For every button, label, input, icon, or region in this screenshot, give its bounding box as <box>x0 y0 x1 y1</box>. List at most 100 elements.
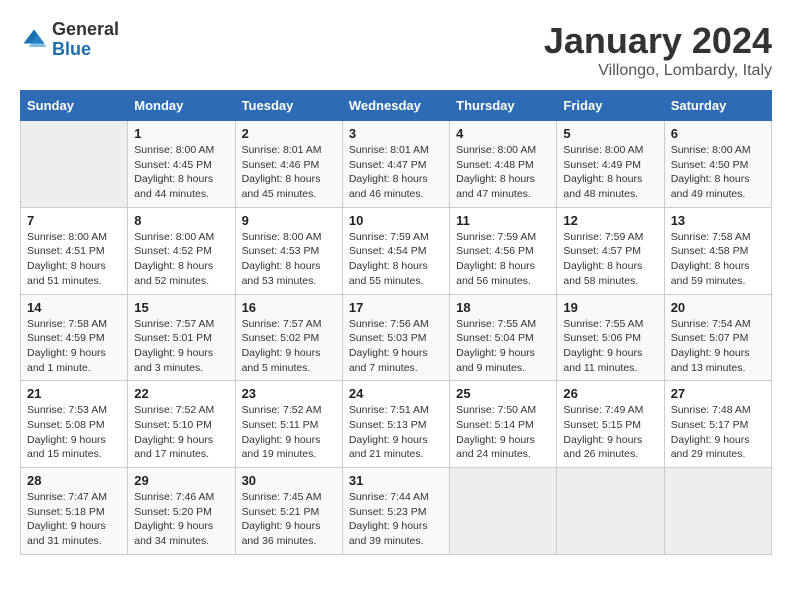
day-info: Sunrise: 7:51 AMSunset: 5:13 PMDaylight:… <box>349 403 443 462</box>
calendar-subtitle: Villongo, Lombardy, Italy <box>544 62 772 80</box>
calendar-cell: 4 Sunrise: 8:00 AMSunset: 4:48 PMDaylight… <box>450 121 557 208</box>
day-info: Sunrise: 7:54 AMSunset: 5:07 PMDaylight:… <box>671 317 765 376</box>
calendar-cell <box>21 121 128 208</box>
column-header-saturday: Saturday <box>664 91 771 121</box>
day-info: Sunrise: 7:59 AMSunset: 4:57 PMDaylight:… <box>563 230 657 289</box>
calendar-cell: 24Sunrise: 7:51 AMSunset: 5:13 PMDayligh… <box>342 381 449 468</box>
day-info: Sunrise: 7:58 AMSunset: 4:58 PMDaylight:… <box>671 230 765 289</box>
day-info: Sunrise: 7:49 AMSunset: 5:15 PMDaylight:… <box>563 403 657 462</box>
column-header-sunday: Sunday <box>21 91 128 121</box>
day-info: Sunrise: 7:46 AMSunset: 5:20 PMDaylight:… <box>134 490 228 549</box>
calendar-cell: 12 Sunrise: 7:59 AMSunset: 4:57 PMDayligh… <box>557 207 664 294</box>
day-number: 23 <box>242 386 336 401</box>
day-info: Sunrise: 8:01 AMSunset: 4:47 PMDaylight:… <box>349 143 443 202</box>
day-info: Sunrise: 7:55 AMSunset: 5:04 PMDaylight:… <box>456 317 550 376</box>
day-number: 1 <box>134 126 228 141</box>
day-info: Sunrise: 8:00 AMSunset: 4:48 PMDaylight:… <box>456 143 550 202</box>
day-number: 6 <box>671 126 765 141</box>
day-number: 30 <box>242 473 336 488</box>
day-info: Sunrise: 8:00 AMSunset: 4:53 PMDaylight:… <box>242 230 336 289</box>
day-info: Sunrise: 8:00 AMSunset: 4:45 PMDaylight:… <box>134 143 228 202</box>
title-section: January 2024 Villongo, Lombardy, Italy <box>544 20 772 80</box>
calendar-cell: 6 Sunrise: 8:00 AMSunset: 4:50 PMDaylight… <box>664 121 771 208</box>
calendar-cell <box>664 468 771 555</box>
calendar-cell: 18Sunrise: 7:55 AMSunset: 5:04 PMDayligh… <box>450 294 557 381</box>
calendar-cell: 23Sunrise: 7:52 AMSunset: 5:11 PMDayligh… <box>235 381 342 468</box>
column-header-wednesday: Wednesday <box>342 91 449 121</box>
day-number: 29 <box>134 473 228 488</box>
calendar-cell <box>557 468 664 555</box>
calendar-cell: 7 Sunrise: 8:00 AMSunset: 4:51 PMDaylight… <box>21 207 128 294</box>
calendar-cell: 2 Sunrise: 8:01 AMSunset: 4:46 PMDaylight… <box>235 121 342 208</box>
day-number: 2 <box>242 126 336 141</box>
day-number: 25 <box>456 386 550 401</box>
calendar-cell: 13 Sunrise: 7:58 AMSunset: 4:58 PMDayligh… <box>664 207 771 294</box>
calendar-cell: 16 Sunrise: 7:57 AMSunset: 5:02 PMDayligh… <box>235 294 342 381</box>
day-number: 17 <box>349 300 443 315</box>
day-number: 11 <box>456 213 550 228</box>
day-info: Sunrise: 7:59 AMSunset: 4:56 PMDaylight:… <box>456 230 550 289</box>
day-info: Sunrise: 7:44 AMSunset: 5:23 PMDaylight:… <box>349 490 443 549</box>
calendar-cell: 20 Sunrise: 7:54 AMSunset: 5:07 PMDayligh… <box>664 294 771 381</box>
calendar-cell: 29 Sunrise: 7:46 AMSunset: 5:20 PMDayligh… <box>128 468 235 555</box>
day-number: 3 <box>349 126 443 141</box>
logo-icon <box>20 26 48 54</box>
day-info: Sunrise: 8:00 AMSunset: 4:51 PMDaylight:… <box>27 230 121 289</box>
day-info: Sunrise: 7:48 AMSunset: 5:17 PMDaylight:… <box>671 403 765 462</box>
day-info: Sunrise: 7:55 AMSunset: 5:06 PMDaylight:… <box>563 317 657 376</box>
calendar-cell: 1 Sunrise: 8:00 AMSunset: 4:45 PMDaylight… <box>128 121 235 208</box>
day-info: Sunrise: 7:57 AMSunset: 5:02 PMDaylight:… <box>242 317 336 376</box>
day-number: 8 <box>134 213 228 228</box>
calendar-cell: 17 Sunrise: 7:56 AMSunset: 5:03 PMDayligh… <box>342 294 449 381</box>
calendar-table: SundayMondayTuesdayWednesdayThursdayFrid… <box>20 90 772 555</box>
day-info: Sunrise: 7:53 AMSunset: 5:08 PMDaylight:… <box>27 403 121 462</box>
calendar-cell: 9Sunrise: 8:00 AMSunset: 4:53 PMDaylight… <box>235 207 342 294</box>
day-info: Sunrise: 7:50 AMSunset: 5:14 PMDaylight:… <box>456 403 550 462</box>
day-info: Sunrise: 7:57 AMSunset: 5:01 PMDaylight:… <box>134 317 228 376</box>
calendar-cell: 10 Sunrise: 7:59 AMSunset: 4:54 PMDayligh… <box>342 207 449 294</box>
day-number: 13 <box>671 213 765 228</box>
day-number: 28 <box>27 473 121 488</box>
day-info: Sunrise: 7:59 AMSunset: 4:54 PMDaylight:… <box>349 230 443 289</box>
calendar-cell <box>450 468 557 555</box>
week-row-1: 1 Sunrise: 8:00 AMSunset: 4:45 PMDaylight… <box>21 121 772 208</box>
column-header-friday: Friday <box>557 91 664 121</box>
day-number: 21 <box>27 386 121 401</box>
day-number: 20 <box>671 300 765 315</box>
week-row-5: 28Sunrise: 7:47 AMSunset: 5:18 PMDayligh… <box>21 468 772 555</box>
week-row-3: 14Sunrise: 7:58 AMSunset: 4:59 PMDayligh… <box>21 294 772 381</box>
day-info: Sunrise: 7:52 AMSunset: 5:10 PMDaylight:… <box>134 403 228 462</box>
day-number: 16 <box>242 300 336 315</box>
calendar-cell: 25 Sunrise: 7:50 AMSunset: 5:14 PMDayligh… <box>450 381 557 468</box>
day-info: Sunrise: 7:58 AMSunset: 4:59 PMDaylight:… <box>27 317 121 376</box>
day-number: 7 <box>27 213 121 228</box>
calendar-cell: 31Sunrise: 7:44 AMSunset: 5:23 PMDayligh… <box>342 468 449 555</box>
week-row-2: 7 Sunrise: 8:00 AMSunset: 4:51 PMDaylight… <box>21 207 772 294</box>
day-info: Sunrise: 8:00 AMSunset: 4:52 PMDaylight:… <box>134 230 228 289</box>
calendar-cell: 27Sunrise: 7:48 AMSunset: 5:17 PMDayligh… <box>664 381 771 468</box>
header: General Blue January 2024 Villongo, Lomb… <box>20 20 772 80</box>
calendar-title: January 2024 <box>544 20 772 62</box>
logo-blue-text: Blue <box>52 40 119 60</box>
logo-general-text: General <box>52 20 119 40</box>
week-row-4: 21 Sunrise: 7:53 AMSunset: 5:08 PMDayligh… <box>21 381 772 468</box>
day-number: 4 <box>456 126 550 141</box>
day-number: 10 <box>349 213 443 228</box>
calendar-cell: 14Sunrise: 7:58 AMSunset: 4:59 PMDayligh… <box>21 294 128 381</box>
column-header-thursday: Thursday <box>450 91 557 121</box>
calendar-cell: 15Sunrise: 7:57 AMSunset: 5:01 PMDayligh… <box>128 294 235 381</box>
column-header-tuesday: Tuesday <box>235 91 342 121</box>
day-info: Sunrise: 8:01 AMSunset: 4:46 PMDaylight:… <box>242 143 336 202</box>
calendar-cell: 21 Sunrise: 7:53 AMSunset: 5:08 PMDayligh… <box>21 381 128 468</box>
calendar-cell: 8 Sunrise: 8:00 AMSunset: 4:52 PMDaylight… <box>128 207 235 294</box>
day-number: 22 <box>134 386 228 401</box>
calendar-cell: 3 Sunrise: 8:01 AMSunset: 4:47 PMDaylight… <box>342 121 449 208</box>
day-number: 12 <box>563 213 657 228</box>
logo: General Blue <box>20 20 119 60</box>
calendar-cell: 26Sunrise: 7:49 AMSunset: 5:15 PMDayligh… <box>557 381 664 468</box>
calendar-cell: 28Sunrise: 7:47 AMSunset: 5:18 PMDayligh… <box>21 468 128 555</box>
logo-text: General Blue <box>52 20 119 60</box>
day-info: Sunrise: 8:00 AMSunset: 4:50 PMDaylight:… <box>671 143 765 202</box>
day-info: Sunrise: 7:56 AMSunset: 5:03 PMDaylight:… <box>349 317 443 376</box>
calendar-cell: 11 Sunrise: 7:59 AMSunset: 4:56 PMDayligh… <box>450 207 557 294</box>
